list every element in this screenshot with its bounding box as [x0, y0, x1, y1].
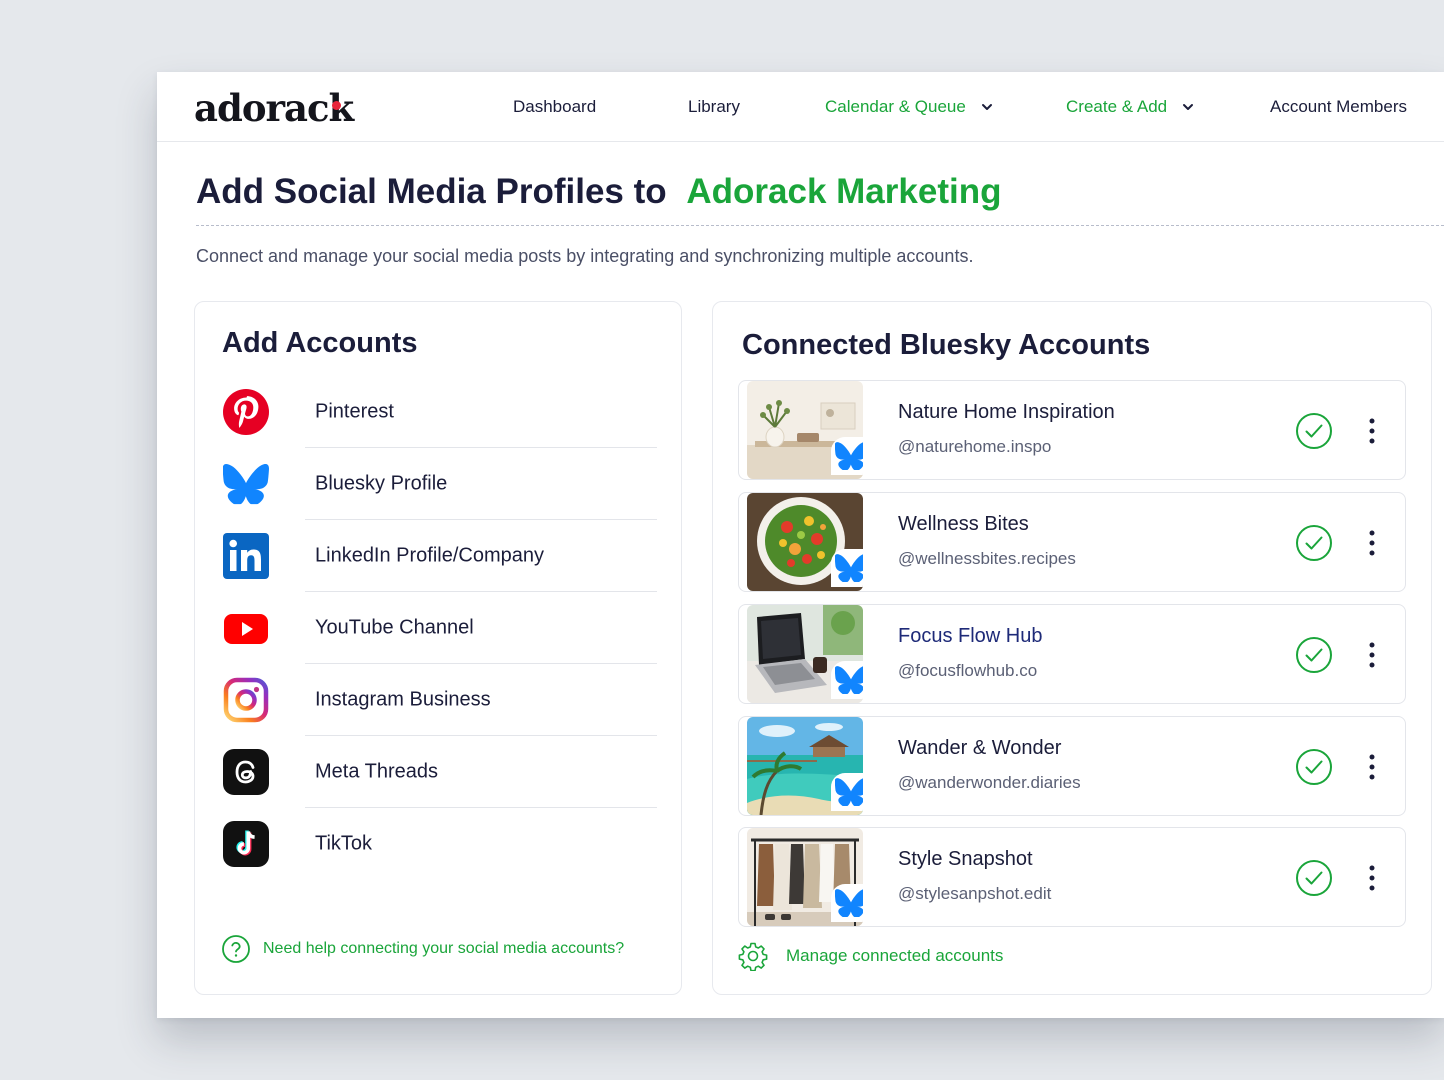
- check-circle-icon: [1296, 749, 1332, 785]
- instagram-icon: [223, 677, 269, 723]
- nav-library-label: Library: [688, 97, 740, 116]
- account-name: Focus Flow Hub: [898, 625, 1043, 647]
- add-accounts-card: Add Accounts Pinterest Bluesky Profile L…: [194, 301, 682, 995]
- chevron-down-icon: [981, 104, 992, 110]
- bluesky-icon: [835, 442, 863, 470]
- help-link[interactable]: Need help connecting your social media a…: [221, 934, 624, 964]
- nav-dashboard-label: Dashboard: [513, 97, 597, 116]
- connected-accounts-card: Connected Bluesky Accounts Nature Home I…: [712, 301, 1432, 995]
- bluesky-badge: [831, 549, 863, 587]
- check-circle-icon: [1296, 637, 1332, 673]
- check-circle-icon: [1296, 413, 1332, 449]
- account-thumbnail: [747, 605, 863, 703]
- platform-label: Bluesky Profile: [315, 472, 448, 495]
- nav-account-members[interactable]: Account Members: [1270, 97, 1407, 117]
- page-title-workspace: Adorack Marketing: [686, 172, 1002, 211]
- platform-label: TikTok: [315, 832, 373, 855]
- bluesky-icon: [835, 554, 863, 582]
- page-subtitle: Connect and manage your social media pos…: [196, 246, 974, 266]
- top-nav: adorack Dashboard Library Calendar & Que…: [157, 72, 1444, 142]
- bluesky-icon: [835, 778, 863, 806]
- account-name: Wellness Bites: [898, 513, 1029, 535]
- platform-instagram[interactable]: Instagram Business: [219, 664, 657, 736]
- help-link-label: Need help connecting your social media a…: [263, 940, 625, 957]
- pinterest-icon: [223, 389, 269, 435]
- platform-label: Pinterest: [315, 400, 394, 423]
- bluesky-badge: [831, 773, 863, 811]
- chevron-down-icon: [1183, 104, 1194, 110]
- bluesky-badge: [831, 884, 863, 922]
- account-handle: @naturehome.inspo: [898, 437, 1052, 456]
- nav-library[interactable]: Library: [688, 97, 740, 117]
- platform-pinterest[interactable]: Pinterest: [219, 376, 657, 448]
- connected-account[interactable]: Nature Home Inspiration @naturehome.insp…: [738, 380, 1406, 480]
- platform-label: YouTube Channel: [315, 616, 474, 639]
- nav-members-label: Account Members: [1270, 97, 1407, 116]
- platform-linkedin[interactable]: LinkedIn Profile/Company: [219, 520, 657, 592]
- account-handle: @focusflowhub.co: [898, 661, 1038, 680]
- page-title: Add Social Media Profiles to Adorack Mar…: [196, 172, 1001, 212]
- bluesky-badge: [831, 661, 863, 699]
- platform-label: Meta Threads: [315, 760, 439, 783]
- bluesky-icon: [835, 889, 863, 917]
- account-thumbnail: [747, 828, 863, 926]
- logo-dot: [332, 101, 341, 110]
- bluesky-icon: [223, 461, 269, 507]
- account-name: Wander & Wonder: [898, 737, 1062, 759]
- brand-logo[interactable]: adorack: [194, 86, 354, 130]
- account-name: Nature Home Inspiration: [898, 401, 1115, 423]
- nav-calendar-queue[interactable]: Calendar & Queue: [825, 97, 994, 117]
- check-circle-icon: [1296, 860, 1332, 896]
- platform-label: LinkedIn Profile/Company: [315, 544, 545, 567]
- app-window: adorack Dashboard Library Calendar & Que…: [157, 72, 1444, 1018]
- platform-bluesky[interactable]: Bluesky Profile: [219, 448, 657, 520]
- youtube-icon: [224, 614, 268, 644]
- nav-create-label: Create & Add: [1066, 97, 1168, 116]
- account-thumbnail: [747, 381, 863, 479]
- connected-account[interactable]: Wander & Wonder @wanderwonder.diaries: [738, 716, 1406, 816]
- check-circle-icon: [1296, 525, 1332, 561]
- page-title-prefix: Add Social Media Profiles to: [196, 172, 667, 211]
- platform-tiktok[interactable]: TikTok: [219, 808, 657, 880]
- account-handle: @wellnessbites.recipes: [898, 549, 1076, 568]
- manage-accounts-link[interactable]: Manage connected accounts: [738, 941, 1003, 971]
- bluesky-icon: [835, 666, 863, 694]
- account-handle: @wanderwonder.diaries: [898, 773, 1081, 792]
- nav-dashboard[interactable]: Dashboard: [513, 97, 596, 117]
- nav-create-add[interactable]: Create & Add: [1066, 97, 1195, 117]
- account-thumbnail: [747, 493, 863, 591]
- connected-account[interactable]: Wellness Bites @wellnessbites.recipes: [738, 492, 1406, 592]
- manage-accounts-label: Manage connected accounts: [786, 946, 1004, 965]
- more-vertical-icon[interactable]: [1362, 523, 1382, 563]
- bluesky-badge: [831, 437, 863, 475]
- platform-youtube[interactable]: YouTube Channel: [219, 592, 657, 664]
- threads-icon: [223, 749, 269, 795]
- platform-threads[interactable]: Meta Threads: [219, 736, 657, 808]
- account-handle: @stylesanpshot.edit: [898, 884, 1052, 903]
- more-vertical-icon[interactable]: [1362, 858, 1382, 898]
- connected-account[interactable]: Focus Flow Hub @focusflowhub.co: [738, 604, 1406, 704]
- more-vertical-icon[interactable]: [1362, 747, 1382, 787]
- more-vertical-icon[interactable]: [1362, 635, 1382, 675]
- question-circle-icon: [222, 935, 250, 963]
- connected-account[interactable]: Style Snapshot @stylesanpshot.edit: [738, 827, 1406, 927]
- add-accounts-title: Add Accounts: [222, 327, 418, 359]
- linkedin-icon: [223, 533, 269, 579]
- platform-label: Instagram Business: [315, 688, 491, 711]
- more-vertical-icon[interactable]: [1362, 411, 1382, 451]
- connected-accounts-title: Connected Bluesky Accounts: [742, 329, 1151, 361]
- nav-calendar-label: Calendar & Queue: [825, 97, 966, 116]
- tiktok-icon: [223, 821, 269, 867]
- gear-icon: [738, 942, 768, 971]
- title-divider: [196, 225, 1444, 226]
- account-thumbnail: [747, 717, 863, 815]
- account-name: Style Snapshot: [898, 848, 1033, 870]
